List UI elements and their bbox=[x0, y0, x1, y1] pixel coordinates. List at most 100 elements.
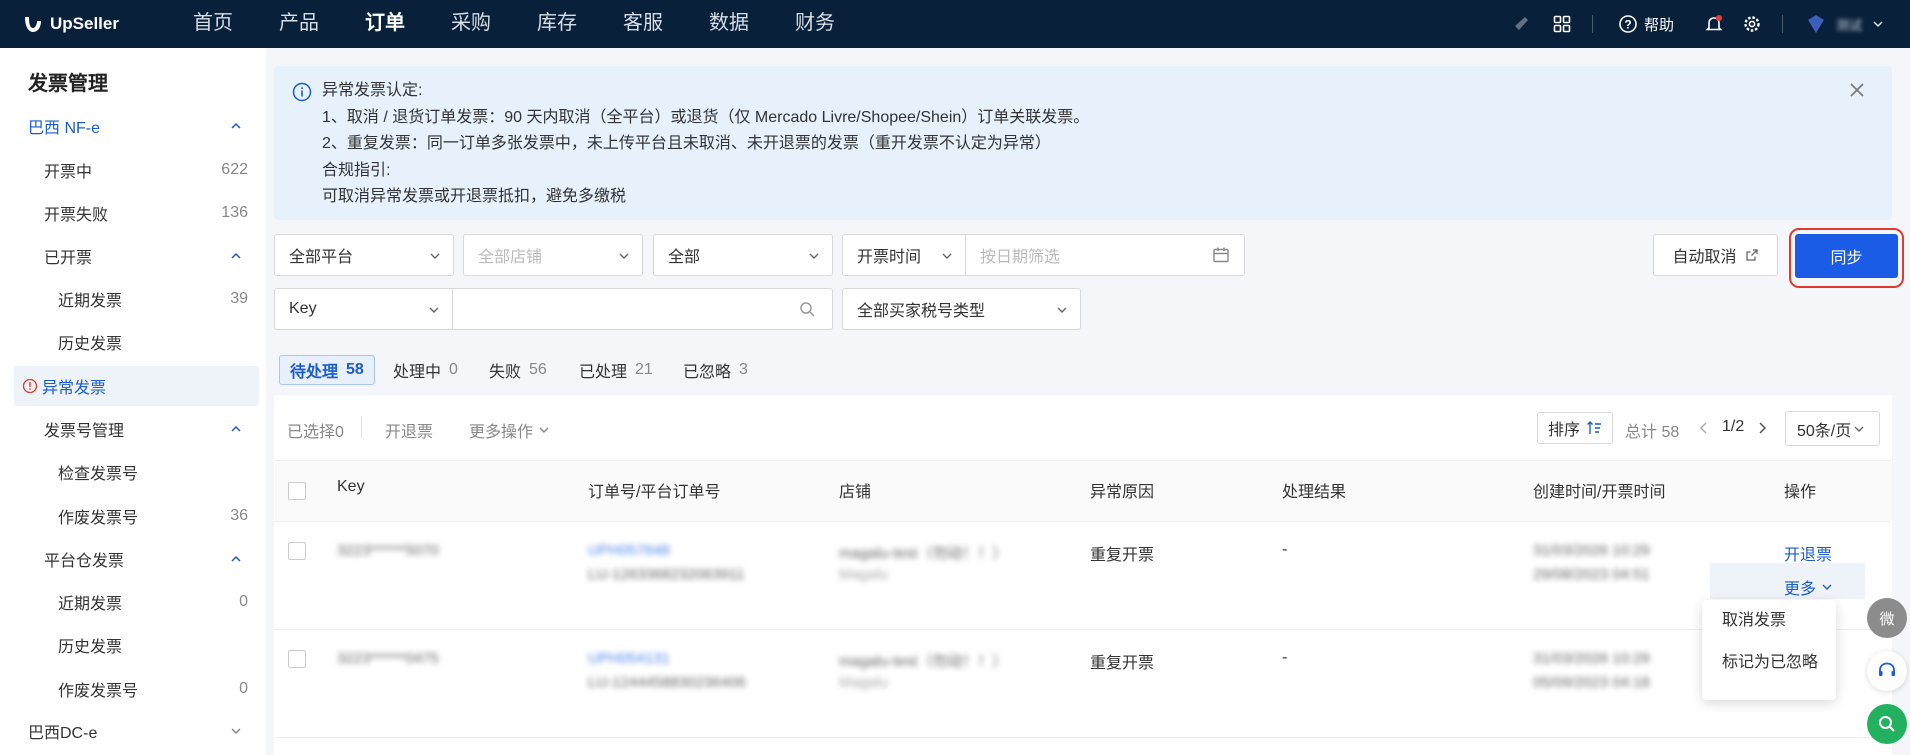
sidebar-item-label: 异常发票 bbox=[42, 380, 107, 397]
chevron-down-icon bbox=[231, 728, 241, 735]
close-icon[interactable] bbox=[1848, 81, 1866, 99]
notification-bell-icon[interactable] bbox=[1704, 0, 1724, 48]
nav-item-products[interactable]: 产品 bbox=[256, 0, 342, 48]
sort-button[interactable]: 排序 bbox=[1537, 412, 1613, 444]
row-order-link[interactable]: UPH054131 bbox=[588, 650, 670, 667]
auto-cancel-label: 自动取消 bbox=[1672, 249, 1737, 266]
info-icon bbox=[292, 82, 312, 102]
column-header-result: 处理结果 bbox=[1282, 484, 1347, 501]
sidebar-item-pw-void-invoice-number[interactable]: 作废发票号 0 bbox=[0, 669, 266, 709]
column-header-reason: 异常原因 bbox=[1090, 484, 1155, 501]
store-select[interactable]: 全部店铺 bbox=[463, 234, 643, 276]
sidebar-group-issued[interactable]: 已开票 bbox=[0, 236, 266, 276]
brand-logo[interactable]: UpSeller bbox=[22, 12, 119, 36]
buyer-tax-type-select[interactable]: 全部买家税号类型 bbox=[842, 288, 1081, 330]
sidebar-group-nfe[interactable]: 巴西 NF-e bbox=[0, 106, 266, 146]
tab-ignored[interactable]: 已忽略 3 bbox=[673, 355, 758, 385]
wechat-float-button[interactable]: 微 bbox=[1867, 598, 1907, 638]
time-type-select[interactable]: 开票时间 bbox=[842, 234, 966, 276]
user-menu[interactable]: 测试 bbox=[1804, 0, 1884, 48]
sidebar-item-pw-history-invoices[interactable]: 历史发票 bbox=[0, 625, 266, 665]
apps-grid-icon[interactable] bbox=[1553, 0, 1571, 48]
row-created-time: 31/03/2026 10:29 bbox=[1533, 650, 1650, 667]
store-select-value: 全部店铺 bbox=[478, 249, 543, 266]
prev-page-icon[interactable] bbox=[1698, 421, 1710, 435]
sidebar-item-label: 巴西 NF-e bbox=[28, 120, 101, 137]
chevron-down-icon bbox=[1873, 21, 1883, 28]
sidebar-item-label: 检查发票号 bbox=[58, 466, 139, 483]
sidebar-group-dce[interactable]: 巴西DC-e bbox=[0, 711, 266, 751]
row-issued-time: 29/08/2023 04:51 bbox=[1533, 566, 1650, 583]
nav-item-finance[interactable]: 财务 bbox=[772, 0, 858, 48]
nav-item-data[interactable]: 数据 bbox=[686, 0, 772, 48]
tab-pending[interactable]: 待处理 58 bbox=[279, 355, 375, 385]
row-checkbox[interactable] bbox=[288, 542, 306, 560]
user-name: 测试 bbox=[1836, 17, 1863, 33]
tab-failed[interactable]: 失败 56 bbox=[479, 355, 557, 385]
notice-line: 合规指引: bbox=[322, 161, 391, 179]
nav-item-inventory[interactable]: 库存 bbox=[514, 0, 600, 48]
announce-icon[interactable] bbox=[1512, 0, 1532, 48]
bulk-refund-button[interactable]: 开退票 bbox=[385, 418, 433, 442]
column-header-time: 创建时间/开票时间 bbox=[1533, 484, 1666, 501]
sidebar-item-count: 0 bbox=[239, 680, 248, 697]
sidebar-item-issuing[interactable]: 开票中 622 bbox=[0, 150, 266, 190]
headset-icon bbox=[1879, 662, 1895, 676]
customer-service-float-button[interactable] bbox=[1867, 651, 1907, 691]
row-reason: 重复开票 bbox=[1090, 655, 1155, 672]
search-icon bbox=[1879, 716, 1895, 732]
nav-item-home[interactable]: 首页 bbox=[170, 0, 256, 48]
help-label: 帮助 bbox=[1644, 16, 1675, 34]
sidebar-item-pw-recent-invoices[interactable]: 近期发票 0 bbox=[0, 582, 266, 622]
status-select[interactable]: 全部 bbox=[653, 234, 833, 276]
page-size-select[interactable]: 50条/页 bbox=[1785, 411, 1880, 446]
notice-line: 异常发票认定: bbox=[322, 82, 423, 99]
sidebar-group-invoice-number[interactable]: 发票号管理 bbox=[0, 409, 266, 449]
chevron-down-icon bbox=[1854, 426, 1864, 432]
tab-processed[interactable]: 已处理 21 bbox=[569, 355, 663, 385]
notice-text: 异常发票认定: 1、取消 / 退货订单发票：90 天内取消（全平台）或退货（仅 … bbox=[322, 78, 1089, 211]
nav-item-purchase[interactable]: 采购 bbox=[428, 0, 514, 48]
chevron-up-icon bbox=[231, 122, 241, 129]
auto-cancel-button[interactable]: 自动取消 bbox=[1653, 234, 1778, 276]
svg-text:?: ? bbox=[1624, 18, 1631, 32]
toolbar-divider bbox=[361, 416, 362, 438]
help-button[interactable]: ? 帮助 bbox=[1618, 0, 1674, 48]
menu-item-mark-ignored[interactable]: 标记为已忽略 bbox=[1702, 642, 1836, 684]
sidebar-item-count: 39 bbox=[230, 290, 248, 307]
key-search-input[interactable] bbox=[452, 288, 833, 330]
sidebar-item-label: 发票号管理 bbox=[44, 423, 125, 440]
more-actions-dropdown[interactable]: 更多操作 bbox=[469, 418, 550, 442]
sidebar-group-platform-warehouse[interactable]: 平台仓发票 bbox=[0, 539, 266, 579]
search-icon[interactable] bbox=[799, 301, 816, 318]
selected-count: 已选择0 bbox=[287, 424, 344, 441]
sync-button[interactable]: 同步 bbox=[1795, 234, 1898, 278]
search-float-button[interactable] bbox=[1867, 704, 1907, 744]
next-page-icon[interactable] bbox=[1756, 421, 1768, 435]
sort-icon bbox=[1587, 421, 1601, 434]
sidebar-item-abnormal-invoices[interactable]: 异常发票 bbox=[14, 366, 259, 406]
date-range-input[interactable]: 按日期筛选 bbox=[965, 234, 1245, 276]
menu-item-cancel-invoice[interactable]: 取消发票 bbox=[1702, 600, 1836, 642]
chevron-down-icon bbox=[809, 253, 819, 259]
select-all-checkbox[interactable] bbox=[288, 482, 306, 500]
sort-label: 排序 bbox=[1547, 422, 1580, 439]
row-checkbox[interactable] bbox=[288, 650, 306, 668]
settings-gear-icon[interactable] bbox=[1742, 0, 1762, 48]
row-more-button[interactable]: 更多 bbox=[1784, 575, 1833, 599]
nav-item-service[interactable]: 客服 bbox=[600, 0, 686, 48]
sidebar-item-issue-failed[interactable]: 开票失败 136 bbox=[0, 193, 266, 233]
sidebar-item-void-invoice-number[interactable]: 作废发票号 36 bbox=[0, 496, 266, 536]
key-type-select[interactable]: Key bbox=[274, 288, 453, 330]
sidebar-item-check-invoice-number[interactable]: 检查发票号 bbox=[0, 452, 266, 492]
row-platform-order: LU-1263368232063911 bbox=[588, 566, 745, 583]
help-icon: ? bbox=[1619, 15, 1637, 33]
tab-processing[interactable]: 处理中 0 bbox=[383, 355, 468, 385]
row-order-link[interactable]: UPH057648 bbox=[588, 542, 670, 559]
row-refund-button[interactable]: 开退票 bbox=[1784, 541, 1832, 565]
sidebar-item-history-invoices[interactable]: 历史发票 bbox=[0, 322, 266, 362]
nav-item-orders[interactable]: 订单 bbox=[342, 0, 428, 48]
sidebar-item-recent-invoices[interactable]: 近期发票 39 bbox=[0, 279, 266, 319]
platform-select[interactable]: 全部平台 bbox=[274, 234, 454, 276]
sidebar-item-label: 平台仓发票 bbox=[44, 553, 125, 570]
